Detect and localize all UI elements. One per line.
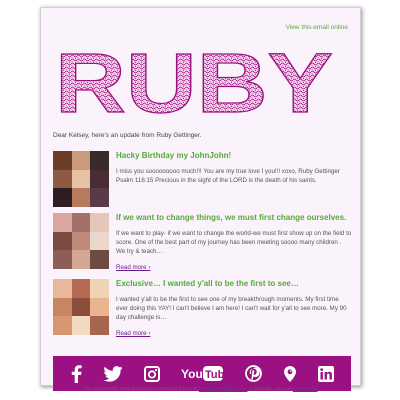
post-body: If we want to change things, we must fir…: [116, 213, 352, 274]
instagram-icon[interactable]: [144, 363, 161, 385]
view-online-link[interactable]: View this email online: [286, 24, 348, 31]
post-item: If we want to change things, we must fir…: [53, 213, 351, 275]
youtube-tube-text: Tube: [205, 369, 223, 381]
footer-middle-text: . If you'd like, you can: [247, 386, 292, 391]
post-body: Exclusive… I wanted y'all to be the firs…: [116, 279, 352, 340]
post-thumbnail[interactable]: [53, 279, 109, 335]
email-footer: You received this email because you subs…: [40, 386, 361, 391]
post-thumbnail[interactable]: [53, 151, 109, 207]
youtube-you-text: You: [181, 367, 203, 381]
read-more-link[interactable]: Read more ›: [116, 330, 150, 337]
email-card: View this email online RUBY Dear Kelsey,…: [40, 7, 361, 391]
post-title[interactable]: Hacky Birthday my JohnJohn!: [116, 151, 352, 161]
ruby-logo: RUBY: [53, 50, 335, 116]
youtube-icon[interactable]: You Tube: [181, 363, 224, 385]
facebook-icon[interactable]: [70, 363, 82, 385]
post-title[interactable]: If we want to change things, we must fir…: [116, 213, 352, 223]
post-excerpt: If we want to play- if we want to change…: [116, 230, 352, 255]
twitter-icon[interactable]: [103, 363, 123, 385]
read-more-link[interactable]: Read more ›: [116, 264, 150, 271]
footer-email-link[interactable]: kelseykiora@gmail.com: [199, 386, 248, 391]
post-item: Exclusive… I wanted y'all to be the firs…: [53, 279, 351, 341]
periscope-icon[interactable]: [283, 363, 297, 385]
ruby-logo-graphic: RUBY: [54, 50, 333, 116]
ruby-logo-text: RUBY: [55, 50, 333, 116]
post-title[interactable]: Exclusive… I wanted y'all to be the firs…: [116, 279, 352, 289]
greeting-text: Dear Kelsey, here's an update from Ruby …: [53, 132, 202, 139]
post-excerpt: I miss you sooooooooo much!!! You are my…: [116, 168, 340, 184]
post-item: Hacky Birthday my JohnJohn! I miss you s…: [53, 151, 351, 211]
post-body: Hacky Birthday my JohnJohn! I miss you s…: [116, 151, 352, 185]
post-thumbnail[interactable]: [53, 213, 109, 269]
linkedin-icon[interactable]: [318, 363, 335, 385]
footer-prefix-text: You received this email because you subs…: [83, 386, 198, 391]
unsubscribe-link[interactable]: unsubscribe: [293, 386, 318, 391]
pinterest-icon[interactable]: [244, 363, 262, 385]
post-excerpt: I wanted y'all to be the first to see on…: [116, 296, 347, 321]
